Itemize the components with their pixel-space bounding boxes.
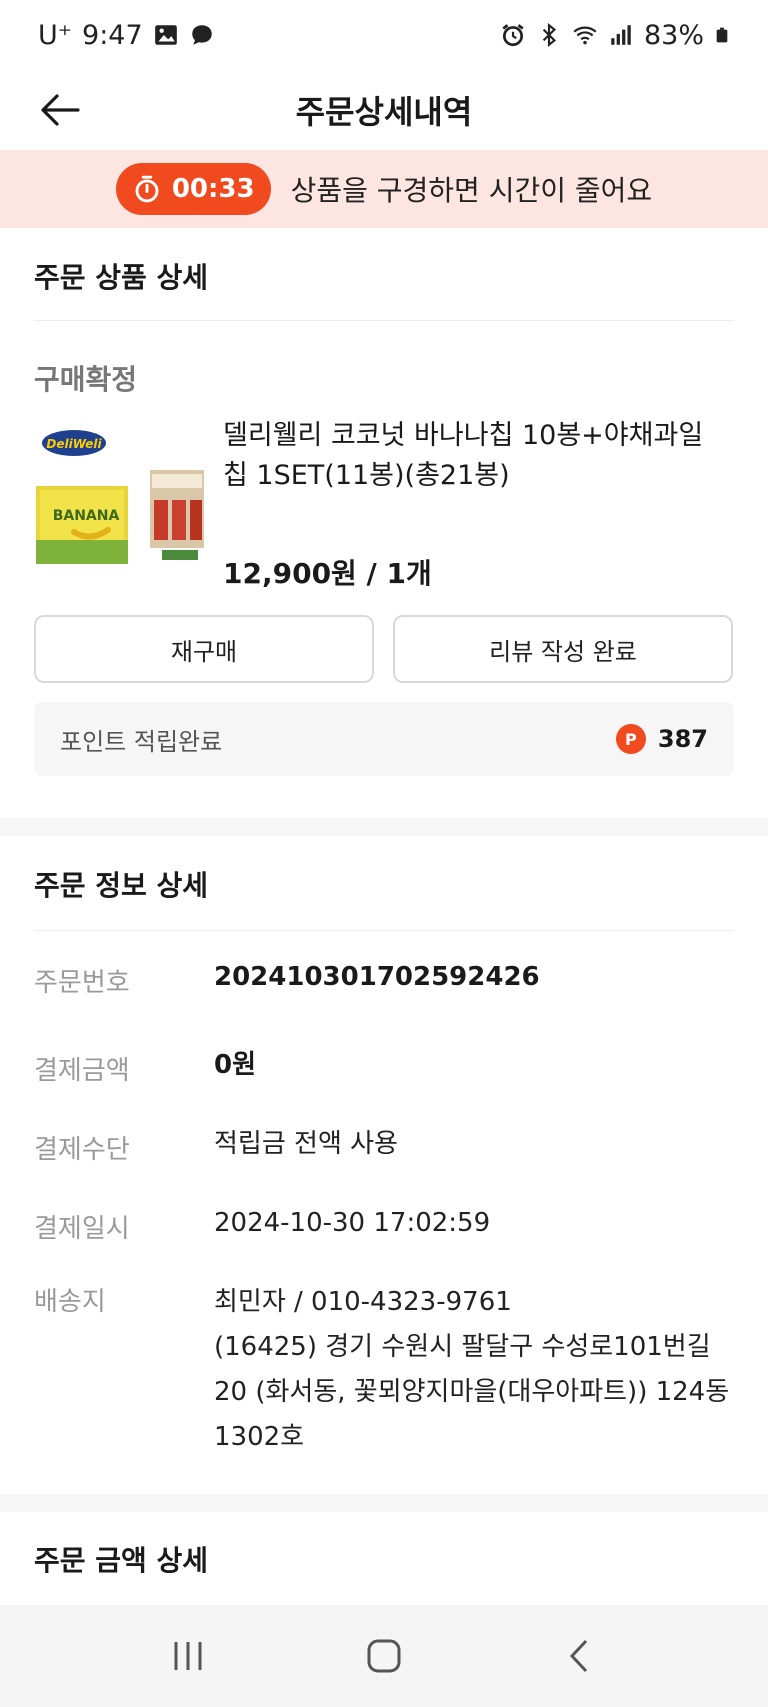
payment-method-key: 결제수단 bbox=[34, 1135, 130, 1165]
chat-bubble-icon bbox=[191, 25, 212, 45]
payment-date-key: 결제일시 bbox=[34, 1214, 130, 1244]
clock: 9:47 bbox=[82, 19, 143, 51]
shipping-value: 최민자 / 010-4323-9761 (16425) 경기 수원시 팔달구 수… bbox=[214, 1280, 734, 1460]
review-complete-button[interactable]: 리뷰 작성 완료 bbox=[393, 615, 733, 683]
recent-apps-icon bbox=[174, 1642, 202, 1670]
bluetooth-icon bbox=[542, 22, 557, 48]
recipient-info: 최민자 / 010-4323-9761 bbox=[214, 1287, 512, 1317]
page-title: 주문상세내역 bbox=[295, 93, 473, 131]
divider bbox=[34, 320, 734, 321]
product-image[interactable]: DeliWeli BANANA bbox=[34, 420, 206, 580]
divider bbox=[34, 930, 734, 931]
home-icon bbox=[367, 1639, 401, 1673]
app-header: 주문상세내역 bbox=[0, 70, 768, 150]
point-label: 포인트 적립완료 bbox=[60, 727, 223, 756]
order-number-key: 주문번호 bbox=[34, 968, 130, 998]
arrow-left-icon bbox=[41, 94, 80, 126]
status-left: U⁺ 9:47 bbox=[38, 20, 215, 51]
signal-icon bbox=[611, 25, 631, 45]
product-thumbnail: DeliWeli BANANA bbox=[34, 420, 206, 580]
shipping-address-row: 배송지 최민자 / 010-4323-9761 (16425) 경기 수원시 팔… bbox=[34, 1280, 734, 1460]
wifi-icon bbox=[573, 26, 597, 45]
timer-banner[interactable]: 00:33 상품을 구경하면 시간이 줄어요 bbox=[0, 150, 768, 228]
svg-text:BANANA: BANANA bbox=[53, 508, 120, 524]
timer-value: 00:33 bbox=[171, 174, 255, 204]
battery-icon bbox=[716, 27, 728, 43]
payment-date-row: 결제일시 2024-10-30 17:02:59 bbox=[34, 1208, 734, 1245]
timer-message: 상품을 구경하면 시간이 줄어요 bbox=[290, 174, 653, 207]
payment-amount-key: 결제금액 bbox=[34, 1056, 130, 1086]
shipping-address: (16425) 경기 수원시 팔달구 수성로101번길 20 (화서동, 꽃뫼양… bbox=[214, 1332, 730, 1452]
battery-percent: 83% bbox=[643, 19, 704, 51]
stopwatch-icon bbox=[135, 175, 159, 203]
order-amount-title: 주문 금액 상세 bbox=[34, 1544, 209, 1577]
payment-method-row: 결제수단 적립금 전액 사용 bbox=[34, 1129, 734, 1166]
order-product-title: 주문 상품 상세 bbox=[34, 261, 209, 294]
product-name[interactable]: 델리웰리 코코넛 바나나칩 10봉+야채과일칩 1SET(11봉)(총21봉) bbox=[223, 416, 723, 496]
back-nav-button[interactable] bbox=[550, 1626, 610, 1686]
gallery-icon bbox=[154, 25, 177, 45]
point-earned-box: 포인트 적립완료 P 387 bbox=[34, 702, 734, 776]
product-price: 12,900원 / 1개 bbox=[223, 557, 432, 590]
chevron-left-icon bbox=[569, 1639, 588, 1673]
brand-logo: DeliWeli bbox=[46, 437, 102, 451]
point-icon: P bbox=[615, 724, 646, 754]
status-bar: U⁺ 9:47 83% bbox=[0, 0, 768, 70]
payment-date-value: 2024-10-30 17:02:59 bbox=[214, 1208, 491, 1238]
back-button[interactable] bbox=[36, 86, 84, 134]
status-right: 83% bbox=[500, 20, 730, 51]
payment-amount-row: 결제금액 0원 bbox=[34, 1050, 734, 1087]
order-number-value: 20241030170259242​6 bbox=[214, 962, 540, 992]
order-number-row: 주문번호 20241030170259242​6 bbox=[34, 962, 734, 999]
rebuy-button[interactable]: 재구매 bbox=[34, 615, 374, 683]
alarm-icon bbox=[502, 24, 524, 47]
payment-method-value: 적립금 전액 사용 bbox=[214, 1129, 398, 1159]
timer-pill: 00:33 bbox=[115, 163, 271, 215]
system-nav-bar bbox=[0, 1605, 768, 1707]
carrier-label: U⁺ bbox=[38, 19, 73, 51]
shipping-key: 배송지 bbox=[34, 1287, 106, 1317]
payment-amount-value: 0원 bbox=[214, 1050, 257, 1080]
section-separator bbox=[0, 818, 768, 836]
order-status-label: 구매확정 bbox=[34, 363, 138, 396]
point-value: 387 bbox=[657, 725, 708, 753]
recent-apps-button[interactable] bbox=[158, 1626, 218, 1686]
home-button[interactable] bbox=[354, 1626, 414, 1686]
point-value-wrap: P 387 bbox=[615, 724, 708, 754]
section-separator bbox=[0, 1494, 768, 1512]
order-info-title: 주문 정보 상세 bbox=[34, 869, 209, 902]
